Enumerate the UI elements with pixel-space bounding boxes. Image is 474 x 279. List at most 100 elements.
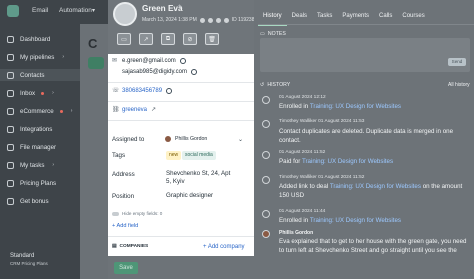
assignee-name: Phillis Gordon [175, 136, 208, 142]
tag-social-media[interactable]: social media [182, 151, 216, 160]
globe-icon [199, 17, 205, 23]
position-label: Position [112, 193, 135, 200]
sidebar-item-file-manager[interactable]: File manager [7, 141, 56, 153]
contact-panel: ✉ e.green@gmail.com sajasab985@digidy.co… [108, 54, 254, 256]
phone-row[interactable]: ☏ 380683456789 [112, 88, 173, 94]
sidebar-item-label: My tasks [20, 161, 45, 169]
merge-button[interactable]: ⧉ [161, 33, 175, 45]
phone-number[interactable]: 380683456789 [122, 88, 162, 94]
sidebar-item-integrations[interactable]: Integrations [7, 123, 52, 135]
sidebar-item-dashboard[interactable]: Dashboard [7, 33, 50, 45]
tag-new[interactable]: new [166, 151, 182, 160]
all-history-filter[interactable]: All history [448, 82, 470, 88]
sidebar-item-label: Integrations [20, 125, 53, 133]
send-button[interactable]: Send [448, 58, 466, 66]
sidebar-item-ecommerce[interactable]: eCommerce › [7, 105, 72, 117]
history-icon: ↺ [260, 82, 265, 88]
sidebar-item-pipelines[interactable]: My pipelines › [7, 51, 64, 63]
avatar [262, 230, 270, 238]
menu-automation[interactable]: Automation [59, 7, 92, 14]
pricing-icon [7, 179, 14, 187]
verified-icon [179, 58, 186, 64]
email-row[interactable]: ✉ e.green@gmail.com [112, 58, 186, 64]
message-button[interactable]: ▭ [117, 33, 131, 45]
email-row[interactable]: sajasab985@digidy.com [122, 69, 198, 75]
chevron-down-icon[interactable]: ⌄ [238, 136, 243, 143]
history-text: Added link to deal [279, 183, 329, 190]
external-link-icon[interactable]: ↗ [151, 107, 157, 113]
email-secondary[interactable]: sajasab985@digidy.com [122, 69, 187, 75]
building-icon: ▤ [112, 244, 117, 249]
sidebar-item-inbox[interactable]: Inbox › [7, 87, 54, 99]
note-text: Eva explained that to get to her house w… [279, 238, 467, 254]
sidebar-item-my-tasks[interactable]: My tasks › [7, 159, 54, 171]
course-link[interactable]: Training: UX Design for Websites [310, 103, 401, 110]
assignee-select[interactable]: Phillis Gordon [165, 136, 207, 142]
payment-icon [262, 151, 270, 159]
inbox-icon [7, 89, 14, 97]
flag-icon [207, 17, 213, 23]
course-link[interactable]: Training: UX Design for Websites [330, 183, 421, 190]
add-field-link[interactable]: + Add field [112, 223, 138, 229]
edit-icon[interactable]: ✎ [178, 4, 183, 11]
divider [258, 24, 474, 25]
app-logo[interactable] [7, 5, 19, 17]
history-text: Paid for [279, 158, 301, 165]
notification-dot [59, 109, 63, 113]
pipeline-icon [7, 53, 14, 61]
notes-input[interactable] [260, 38, 470, 72]
history-text: Enrolled in [279, 217, 309, 224]
sidebar-item-label: File manager [20, 143, 57, 151]
share-button[interactable]: ↗ [139, 33, 153, 45]
sidebar-item-contacts[interactable]: Contacts [0, 69, 80, 81]
history-date: Timothey Walliker 01 August 2024 11:52 [279, 175, 365, 180]
email-primary[interactable]: e.green@gmail.com [122, 58, 176, 64]
add-contact-button[interactable] [88, 57, 104, 69]
chevron-down-icon[interactable]: ▾ [92, 7, 95, 14]
plan-info[interactable]: Standard CRM Pricing Plans [10, 252, 48, 268]
social-handle[interactable]: greeneva [122, 107, 147, 113]
folder-icon [7, 143, 14, 151]
assigned-label: Assigned to [112, 136, 145, 143]
add-company-link[interactable]: + Add company [203, 244, 245, 250]
history-date: 01 August 2024 11:52 [279, 150, 326, 155]
divider [108, 101, 254, 102]
divider [108, 120, 254, 121]
toggle-switch[interactable] [112, 211, 119, 216]
contacts-icon [7, 71, 14, 79]
main-area: C [80, 24, 108, 279]
course-link[interactable]: Training: UX Design for Websites [302, 158, 393, 165]
note-icon: ▭ [260, 31, 265, 37]
integrations-icon [7, 125, 14, 133]
notes-header: ▭ NOTES [260, 31, 286, 37]
verified-icon [166, 88, 173, 94]
tasks-icon [7, 161, 14, 169]
sidebar-item-pricing-plans[interactable]: Pricing Plans [7, 177, 56, 189]
hide-empty-toggle[interactable]: Hide empty fields: 0 [112, 211, 162, 216]
created-date: March 13, 2024 1:38 PM [142, 17, 197, 23]
block-icon: ⊘ [187, 36, 193, 43]
hide-empty-label: Hide empty fields: 0 [122, 211, 163, 216]
delete-button[interactable]: 🗑 [205, 33, 219, 45]
contact-name: Green Eva [142, 4, 183, 13]
sidebar-item-label: eCommerce [20, 107, 54, 115]
social-row[interactable]: ⛓ greeneva ↗ [112, 107, 157, 113]
block-button[interactable]: ⊘ [183, 33, 197, 45]
chevron-right-icon: › [62, 54, 65, 60]
course-icon [262, 210, 270, 218]
contact-meta: March 13, 2024 1:38 PM ID 11923884 [142, 17, 260, 23]
history-entry: Paid for Training: UX Design for Website… [279, 157, 469, 166]
course-link[interactable]: Training: UX Design for Websites [310, 217, 401, 224]
position-value[interactable]: Graphic designer [166, 192, 213, 200]
history-date: 01 August 2024 11:44 [279, 209, 326, 214]
tags-label: Tags [112, 152, 126, 159]
menu-email[interactable]: Email [32, 7, 48, 14]
avatar[interactable] [113, 2, 137, 26]
sidebar-item-label: Pricing Plans [20, 179, 57, 187]
sidebar-item-get-bonus[interactable]: Get bonus [7, 195, 49, 207]
plan-subtitle: CRM Pricing Plans [10, 261, 48, 266]
merge-icon: ⧉ [165, 35, 171, 42]
address-value[interactable]: Shevchenko St, 24, Apt 5, Kyiv [166, 170, 236, 186]
history-label: HISTORY [267, 82, 291, 88]
save-button[interactable]: Save [114, 262, 138, 274]
